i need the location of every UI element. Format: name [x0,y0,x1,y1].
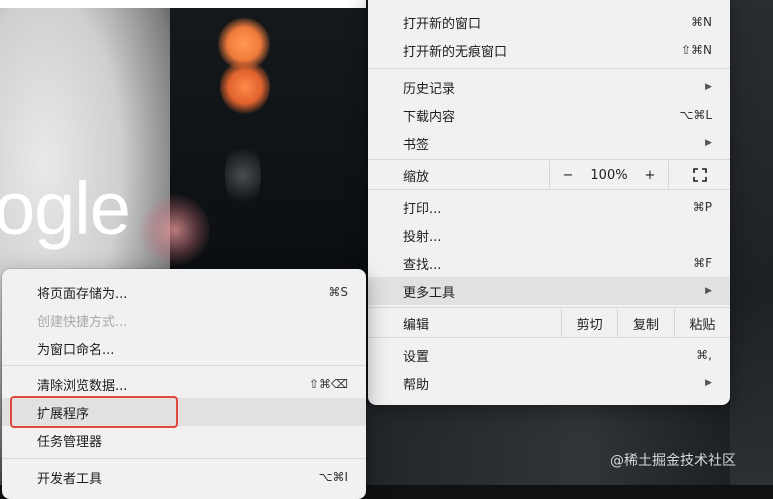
extensions-highlight-annotation [10,396,178,428]
menu-item-more-tools[interactable]: 更多工具 ▶ [368,277,730,305]
browser-top-strip [0,0,366,8]
menu-divider [2,458,366,459]
chevron-right-icon: ▶ [705,286,712,296]
submenu-item-task-manager[interactable]: 任务管理器 [2,426,366,454]
cut-button[interactable]: 剪切 [561,309,617,337]
menu-item-settings[interactable]: 设置 ⌘, [368,341,730,369]
watermark-text: @稀土掘金技术社区 [610,453,736,469]
submenu-item-save-page-as[interactable]: 将页面存储为... ⌘S [2,278,366,306]
zoom-level: 100% [590,167,628,183]
menu-item-print[interactable]: 打印... ⌘P [368,193,730,221]
submenu-item-clear-browsing-data[interactable]: 清除浏览数据... ⇧⌘⌫ [2,370,366,398]
menu-item-find[interactable]: 查找... ⌘F [368,249,730,277]
menu-divider [368,68,730,69]
menu-item-bookmarks[interactable]: 书签 ▶ [368,129,730,157]
submenu-item-name-window[interactable]: 为窗口命名... [2,334,366,362]
menu-item-help[interactable]: 帮助 ▶ [368,369,730,397]
menu-item-downloads[interactable]: 下载内容 ⌥⌘L [368,101,730,129]
paste-button[interactable]: 粘贴 [673,309,730,337]
menu-divider [368,159,730,160]
chrome-main-menu: 打开新的窗口 ⌘N 打开新的无痕窗口 ⇧⌘N 历史记录 ▶ 下载内容 ⌥⌘L 书… [368,0,730,405]
menu-row-zoom: 缩放 − 100% + [368,161,730,189]
menu-item-new-incognito-window[interactable]: 打开新的无痕窗口 ⇧⌘N [368,36,730,64]
chevron-right-icon: ▶ [705,82,712,92]
menu-divider [368,307,730,308]
submenu-item-create-shortcut: 创建快捷方式... [37,314,128,330]
edit-controls: 剪切 复制 粘贴 [561,309,730,337]
menu-item-history[interactable]: 历史记录 ▶ [368,73,730,101]
chevron-right-icon: ▶ [705,138,712,148]
google-logo-text: ogle [0,167,131,250]
menu-divider [2,365,366,366]
zoom-controls: − 100% + [549,161,730,189]
submenu-item-developer-tools[interactable]: 开发者工具 ⌥⌘I [2,463,366,491]
zoom-out-button[interactable]: − [550,161,586,189]
menu-divider [368,337,730,338]
chevron-right-icon: ▶ [705,378,712,388]
fullscreen-icon [693,168,707,182]
menu-item-new-window[interactable]: 打开新的窗口 ⌘N [368,8,730,36]
menu-divider [368,189,730,190]
fullscreen-button[interactable] [668,161,730,189]
zoom-in-button[interactable]: + [632,161,668,189]
menu-item-cast[interactable]: 投射... [368,221,730,249]
copy-button[interactable]: 复制 [617,309,673,337]
menu-row-edit: 编辑 剪切 复制 粘贴 [368,309,730,337]
more-tools-submenu: 将页面存储为... ⌘S 创建快捷方式... 为窗口命名... 清除浏览数据..… [2,269,366,499]
